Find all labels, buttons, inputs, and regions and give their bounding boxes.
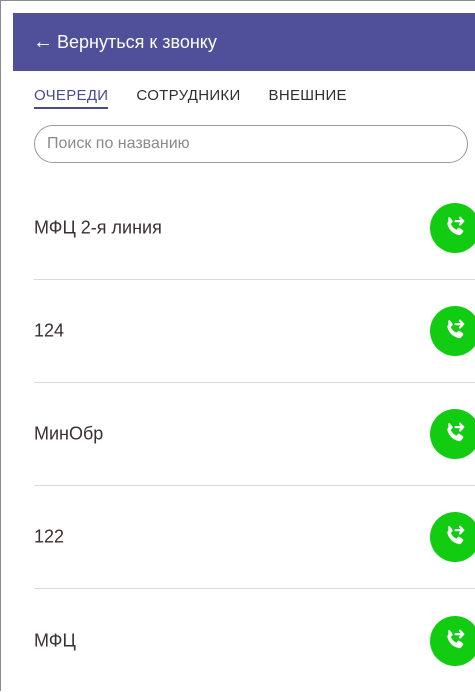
phone-transfer-icon bbox=[447, 629, 465, 648]
phone-transfer-icon bbox=[447, 422, 465, 442]
queue-name: МинОбр bbox=[34, 423, 104, 444]
transfer-call-button[interactable] bbox=[430, 615, 475, 666]
list-item: МинОбр bbox=[34, 383, 475, 486]
list-item: 124 bbox=[34, 280, 475, 383]
search-input[interactable] bbox=[45, 134, 467, 154]
tab-employees[interactable]: СОТРУДНИКИ bbox=[136, 87, 240, 109]
tabs-bar: ОЧЕРЕДИ СОТРУДНИКИ ВНЕШНИЕ bbox=[34, 87, 347, 109]
back-to-call-label: Вернуться к звонку bbox=[57, 31, 217, 52]
list-item: 122 bbox=[34, 486, 475, 589]
back-to-call-bar[interactable]: ← Вернуться к звонку bbox=[13, 13, 475, 71]
transfer-panel: ← Вернуться к звонку ОЧЕРЕДИ СОТРУДНИКИ … bbox=[0, 0, 475, 691]
transfer-call-button[interactable] bbox=[430, 409, 475, 459]
list-item: МФЦ bbox=[34, 589, 475, 692]
transfer-call-button[interactable] bbox=[430, 203, 475, 253]
phone-transfer-icon bbox=[447, 216, 465, 236]
phone-transfer-icon bbox=[447, 525, 465, 545]
transfer-call-button[interactable] bbox=[430, 512, 475, 562]
search-box bbox=[34, 125, 468, 163]
queue-name: 122 bbox=[34, 526, 65, 547]
queue-name: 124 bbox=[34, 320, 65, 341]
back-arrow-icon: ← bbox=[33, 31, 53, 53]
phone-transfer-icon bbox=[447, 319, 465, 339]
queue-name: МФЦ 2-я линия bbox=[34, 217, 162, 238]
list-item: МФЦ 2-я линия bbox=[34, 177, 475, 280]
tab-queues[interactable]: ОЧЕРЕДИ bbox=[34, 87, 109, 109]
queue-name: МФЦ bbox=[34, 630, 76, 650]
transfer-call-button[interactable] bbox=[430, 306, 475, 356]
tab-external[interactable]: ВНЕШНИЕ bbox=[269, 87, 347, 109]
queue-list: МФЦ 2-я линия 124 МинОбр 122 МФЦ bbox=[34, 177, 475, 692]
